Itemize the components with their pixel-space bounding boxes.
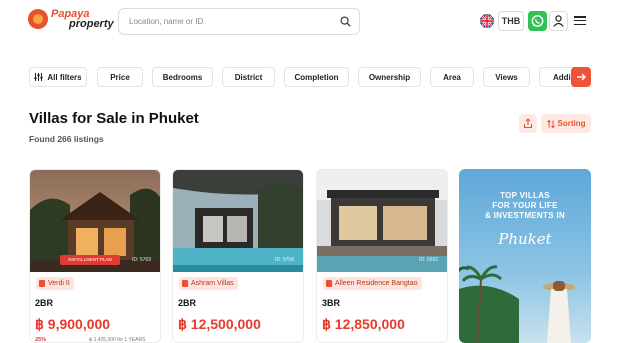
project-badge[interactable]: Verdi II <box>36 277 74 290</box>
price: ฿ 12,850,000 <box>322 316 405 332</box>
uk-flag-icon[interactable] <box>480 14 494 28</box>
filter-district[interactable]: District <box>222 67 275 87</box>
header: Papaya property THB <box>0 0 620 44</box>
listing-id: ID: 5758 <box>275 257 294 263</box>
bedrooms: 2BR <box>35 298 54 308</box>
sorting-button[interactable]: Sorting <box>541 114 591 133</box>
listing-card[interactable]: ID: 5692 Alleen Residence Bangtao 3BR ฿ … <box>316 169 448 343</box>
all-filters-label: All filters <box>47 72 82 82</box>
filter-views[interactable]: Views <box>483 67 530 87</box>
project-badge[interactable]: Alleen Residence Bangtao <box>323 277 422 290</box>
page-title: Villas for Sale in Phuket <box>29 110 199 127</box>
user-icon[interactable] <box>549 11 568 31</box>
promo-script: Phuket <box>498 230 552 248</box>
logo[interactable]: Papaya property <box>28 9 114 30</box>
sort-icon <box>546 119 555 128</box>
filter-completion[interactable]: Completion <box>284 67 349 87</box>
whatsapp-icon[interactable] <box>528 11 547 31</box>
share-button[interactable] <box>519 114 537 133</box>
price: ฿ 9,900,000 <box>35 316 111 332</box>
promo-line-1: TOP VILLAS <box>500 191 550 200</box>
listing-card[interactable]: ID: 5758 Ashram Villas 2BR ฿ 12,500,000 <box>172 169 304 343</box>
search-input[interactable] <box>119 9 319 34</box>
menu-icon[interactable] <box>574 16 586 26</box>
filters-icon <box>34 73 44 81</box>
price: ฿ 12,500,000 <box>178 316 261 332</box>
listing-id: ID: 5692 <box>419 257 438 263</box>
filter-bar: All filters Price Bedrooms District Comp… <box>0 67 620 87</box>
promo-line-3: & INVESTMENTS IN <box>485 211 565 220</box>
sorting-label: Sorting <box>557 119 586 128</box>
filter-area[interactable]: Area <box>430 67 474 87</box>
logo-text-property: property <box>69 18 114 30</box>
filter-price[interactable]: Price <box>97 67 143 87</box>
filter-ownership[interactable]: Ownership <box>358 67 421 87</box>
scroll-right-button[interactable] <box>571 67 591 87</box>
listing-count: Found 266 listings <box>29 134 104 144</box>
rental-income: ฿ 1,425,000 for 1 YEARS <box>89 337 146 343</box>
currency-selector[interactable]: THB <box>498 11 524 31</box>
promo-line-2: FOR YOUR LIFE <box>492 201 558 210</box>
arrow-right-icon <box>577 73 586 81</box>
project-badge[interactable]: Ashram Villas <box>179 277 238 290</box>
all-filters-button[interactable]: All filters <box>29 67 87 87</box>
search-box <box>118 8 360 35</box>
installment-badge: INSTALLMENT PLAN <box>60 255 120 265</box>
share-icon <box>523 118 533 129</box>
bedrooms: 2BR <box>178 298 197 308</box>
bedrooms: 3BR <box>322 298 341 308</box>
search-icon[interactable] <box>340 16 351 27</box>
listing-id: ID: 5769 <box>132 257 151 263</box>
promo-banner[interactable]: TOP VILLAS FOR YOUR LIFE & INVESTMENTS I… <box>459 169 591 343</box>
discount: 25% <box>35 337 47 343</box>
papaya-logo-icon <box>28 9 48 29</box>
filter-bedrooms[interactable]: Bedrooms <box>152 67 213 87</box>
listing-card[interactable]: INSTALLMENT PLAN ID: 5769 Verdi II 2BR ฿… <box>29 169 161 343</box>
